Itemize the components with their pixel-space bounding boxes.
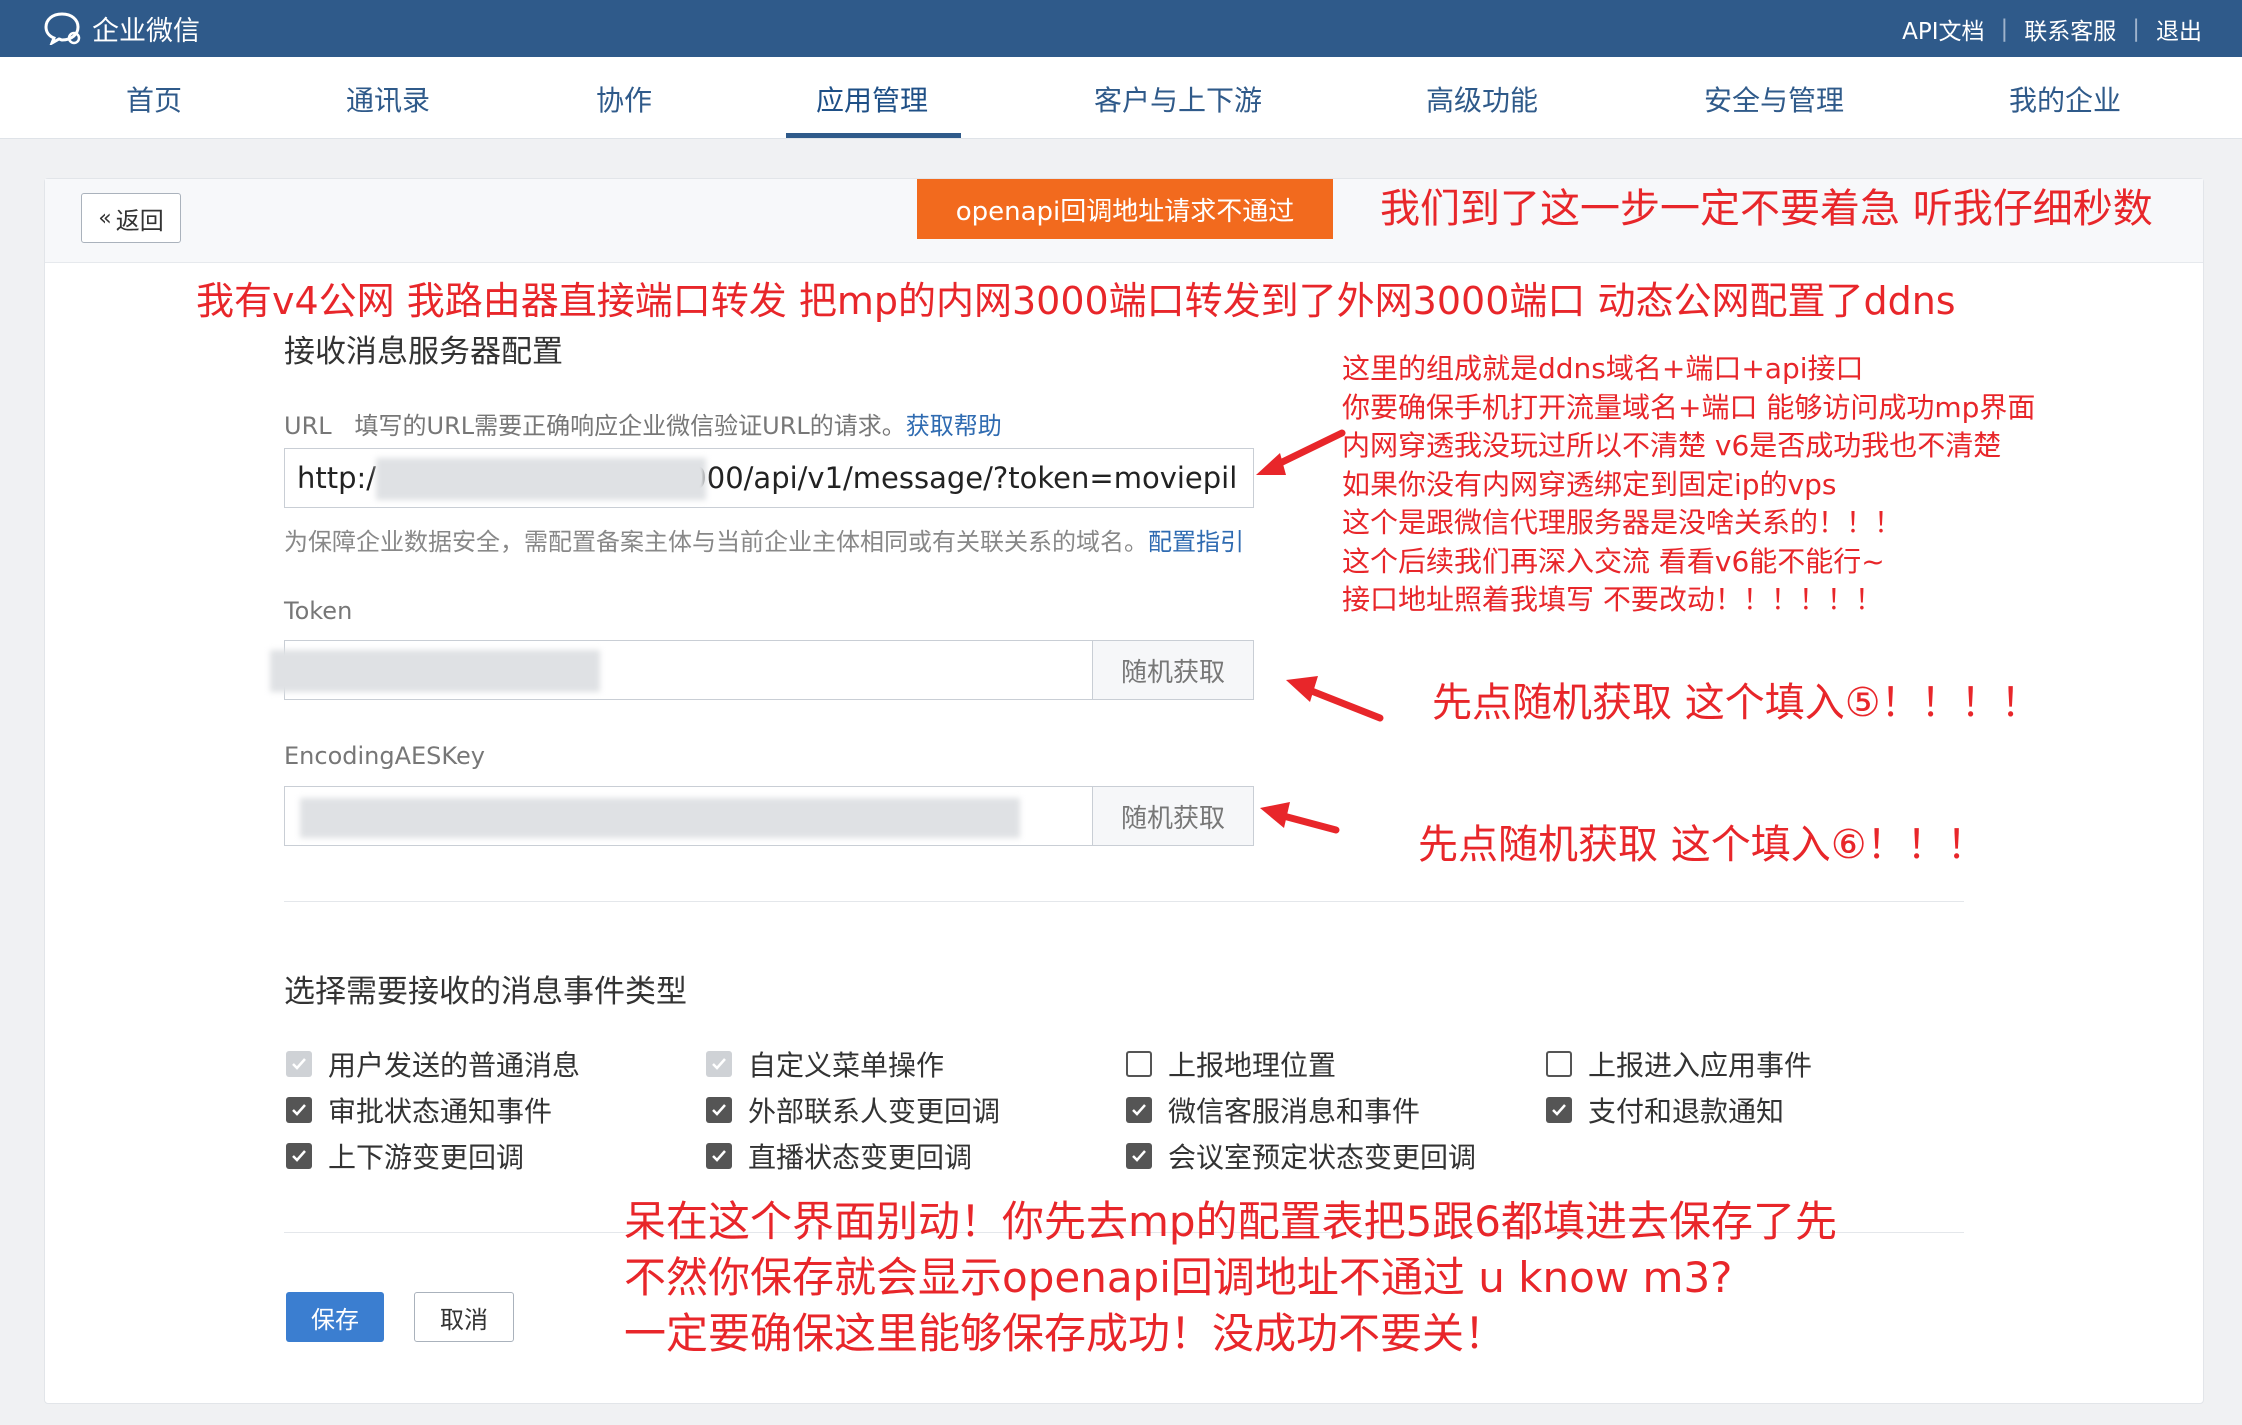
event-checkbox-payment[interactable]: 支付和退款通知	[1546, 1090, 1784, 1130]
nav-contacts[interactable]: 通讯录	[346, 79, 430, 119]
nav-app-management[interactable]: 应用管理	[816, 79, 928, 119]
nav-active-indicator	[786, 133, 961, 138]
annotation-line: 一定要确保这里能够保存成功！没成功不要关！	[624, 1309, 1507, 1358]
event-label: 直播状态变更回调	[748, 1141, 973, 1174]
event-label: 微信客服消息和事件	[1168, 1095, 1421, 1128]
event-checkbox-meeting-room[interactable]: 会议室预定状态变更回调	[1126, 1136, 1476, 1176]
event-checkbox-enter-app[interactable]: 上报进入应用事件	[1546, 1044, 1812, 1084]
token-label: Token	[284, 597, 353, 625]
checkbox-icon	[286, 1143, 312, 1169]
checkbox-icon	[706, 1143, 732, 1169]
redaction-blur	[376, 458, 706, 500]
event-checkbox-approval[interactable]: 审批状态通知事件	[286, 1090, 552, 1130]
url-label: URL	[284, 412, 332, 440]
top-link-divider: |	[2000, 16, 2009, 42]
nav-collaboration[interactable]: 协作	[596, 79, 652, 119]
top-link-divider: |	[2132, 16, 2140, 42]
contact-support-link[interactable]: 联系客服	[2024, 12, 2116, 46]
annotation-token-note: 先点随机获取 这个填入⑤！！！！	[1432, 680, 2041, 726]
event-label: 会议室预定状态变更回调	[1168, 1141, 1477, 1174]
nav-my-company[interactable]: 我的企业	[2009, 79, 2121, 119]
aes-key-random-button[interactable]: 随机获取	[1092, 786, 1254, 846]
url-hint-text: 为保障企业数据安全，需配置备案主体与当前企业主体相同或有关联关系的域名。	[284, 528, 1148, 556]
event-label: 上报地理位置	[1168, 1049, 1337, 1082]
brand-name: 企业微信	[92, 15, 200, 47]
token-random-button[interactable]: 随机获取	[1092, 640, 1254, 700]
url-prefix: http:/	[297, 461, 377, 495]
annotation-network: 我有v4公网 我路由器直接端口转发 把mp的内网3000端口转发到了外网3000…	[196, 279, 1956, 323]
url-hint: 为保障企业数据安全，需配置备案主体与当前企业主体相同或有关联关系的域名。配置指引	[284, 522, 1244, 557]
annotation-top-right: 我们到了这一步一定不要着急 听我仔细秒数	[1380, 186, 2153, 232]
checkbox-icon	[286, 1097, 312, 1123]
save-button[interactable]: 保存	[286, 1292, 384, 1342]
event-checkbox-chain[interactable]: 上下游变更回调	[286, 1136, 524, 1176]
wecom-logo-icon	[44, 12, 81, 45]
event-checkbox-wechat-kf[interactable]: 微信客服消息和事件	[1126, 1090, 1420, 1130]
url-description: 填写的URL需要正确响应企业微信验证URL的请求。	[354, 412, 906, 440]
api-docs-link[interactable]: API文档	[1902, 12, 1984, 46]
event-label: 自定义菜单操作	[748, 1049, 945, 1082]
checkbox-icon	[1126, 1097, 1152, 1123]
nav-security[interactable]: 安全与管理	[1704, 79, 1844, 119]
checkbox-icon	[706, 1097, 732, 1123]
section-divider	[284, 901, 1964, 902]
event-checkbox-user-message[interactable]: 用户发送的普通消息	[286, 1044, 580, 1084]
checkbox-icon	[1546, 1051, 1572, 1077]
event-label: 用户发送的普通消息	[328, 1049, 581, 1082]
checkbox-icon	[1126, 1143, 1152, 1169]
cancel-button[interactable]: 取消	[414, 1292, 514, 1342]
redaction-blur	[300, 798, 1020, 838]
annotation-line: 不然你保存就会显示openapi回调地址不通过 u know m3?	[624, 1253, 1733, 1302]
event-checkbox-external-contact[interactable]: 外部联系人变更回调	[706, 1090, 1000, 1130]
checkbox-icon	[1126, 1051, 1152, 1077]
annotation-line: 这里的组成就是ddns域名+端口+api接口	[1342, 352, 1864, 385]
annotation-url-notes: 这里的组成就是ddns域名+端口+api接口 你要确保手机打开流量域名+端口 能…	[1342, 350, 2035, 620]
top-bar: 企业微信 API文档 | 联系客服 | 退出	[0, 0, 2242, 57]
nav-home[interactable]: 首页	[126, 79, 182, 119]
back-button[interactable]: « 返回	[81, 193, 181, 243]
event-checkbox-custom-menu[interactable]: 自定义菜单操作	[706, 1044, 944, 1084]
arrow-to-aes-icon	[1260, 802, 1340, 834]
event-checkbox-report-location[interactable]: 上报地理位置	[1126, 1044, 1336, 1084]
logout-link[interactable]: 退出	[2156, 12, 2202, 46]
get-help-link[interactable]: 获取帮助	[906, 412, 1002, 440]
checkbox-icon	[286, 1051, 312, 1077]
redaction-blur	[270, 650, 600, 692]
event-checkbox-live[interactable]: 直播状态变更回调	[706, 1136, 972, 1176]
checkbox-icon	[706, 1051, 732, 1077]
nav-advanced[interactable]: 高级功能	[1426, 79, 1538, 119]
event-types-title: 选择需要接收的消息事件类型	[284, 974, 687, 1010]
url-value: :3000/api/v1/message/?token=moviepil	[660, 461, 1238, 495]
top-links: API文档 | 联系客服 | 退出	[1902, 12, 2202, 46]
aes-key-label: EncodingAESKey	[284, 742, 485, 770]
annotation-line: 这个是跟微信代理服务器是没啥关系的！！！	[1342, 506, 1903, 539]
event-label: 上报进入应用事件	[1588, 1049, 1813, 1082]
brand-logo[interactable]: 企业微信	[44, 10, 200, 47]
checkbox-icon	[1546, 1097, 1572, 1123]
config-guide-link[interactable]: 配置指引	[1148, 528, 1244, 556]
annotation-line: 呆在这个界面别动！你先去mp的配置表把5跟6都填进去保存了先	[624, 1197, 1838, 1246]
event-label: 上下游变更回调	[328, 1141, 525, 1174]
annotation-line: 这个后续我们再深入交流 看看v6能不能行~	[1342, 544, 1885, 578]
main-nav: 首页 通讯录 协作 应用管理 客户与上下游 高级功能 安全与管理 我的企业	[0, 57, 2242, 139]
double-chevron-left-icon: «	[98, 205, 112, 231]
annotation-aes-note: 先点随机获取 这个填入⑥！！！	[1418, 822, 1987, 868]
annotation-bottom-notes: 呆在这个界面别动！你先去mp的配置表把5跟6都填进去保存了先 不然你保存就会显示…	[624, 1194, 1837, 1362]
server-config-title: 接收消息服务器配置	[284, 334, 563, 370]
annotation-line: 内网穿透我没玩过所以不清楚 v6是否成功我也不清楚	[1342, 429, 2002, 462]
arrow-to-url-icon	[1256, 429, 1346, 475]
arrow-to-token-icon	[1286, 676, 1384, 722]
annotation-line: 你要确保手机打开流量域名+端口 能够访问成功mp界面	[1342, 390, 2036, 424]
annotation-line: 接口地址照着我填写 不要改动！！！！！！	[1342, 583, 1883, 616]
url-label-row: URL 填写的URL需要正确响应企业微信验证URL的请求。获取帮助	[284, 406, 1002, 441]
error-alert: openapi回调地址请求不通过	[917, 179, 1333, 239]
event-label: 支付和退款通知	[1588, 1095, 1785, 1128]
back-button-label: 返回	[115, 206, 164, 235]
event-label: 外部联系人变更回调	[748, 1095, 1001, 1128]
event-label: 审批状态通知事件	[328, 1095, 553, 1128]
annotation-line: 如果你没有内网穿透绑定到固定ip的vps	[1342, 467, 1837, 501]
nav-customers[interactable]: 客户与上下游	[1094, 79, 1262, 119]
